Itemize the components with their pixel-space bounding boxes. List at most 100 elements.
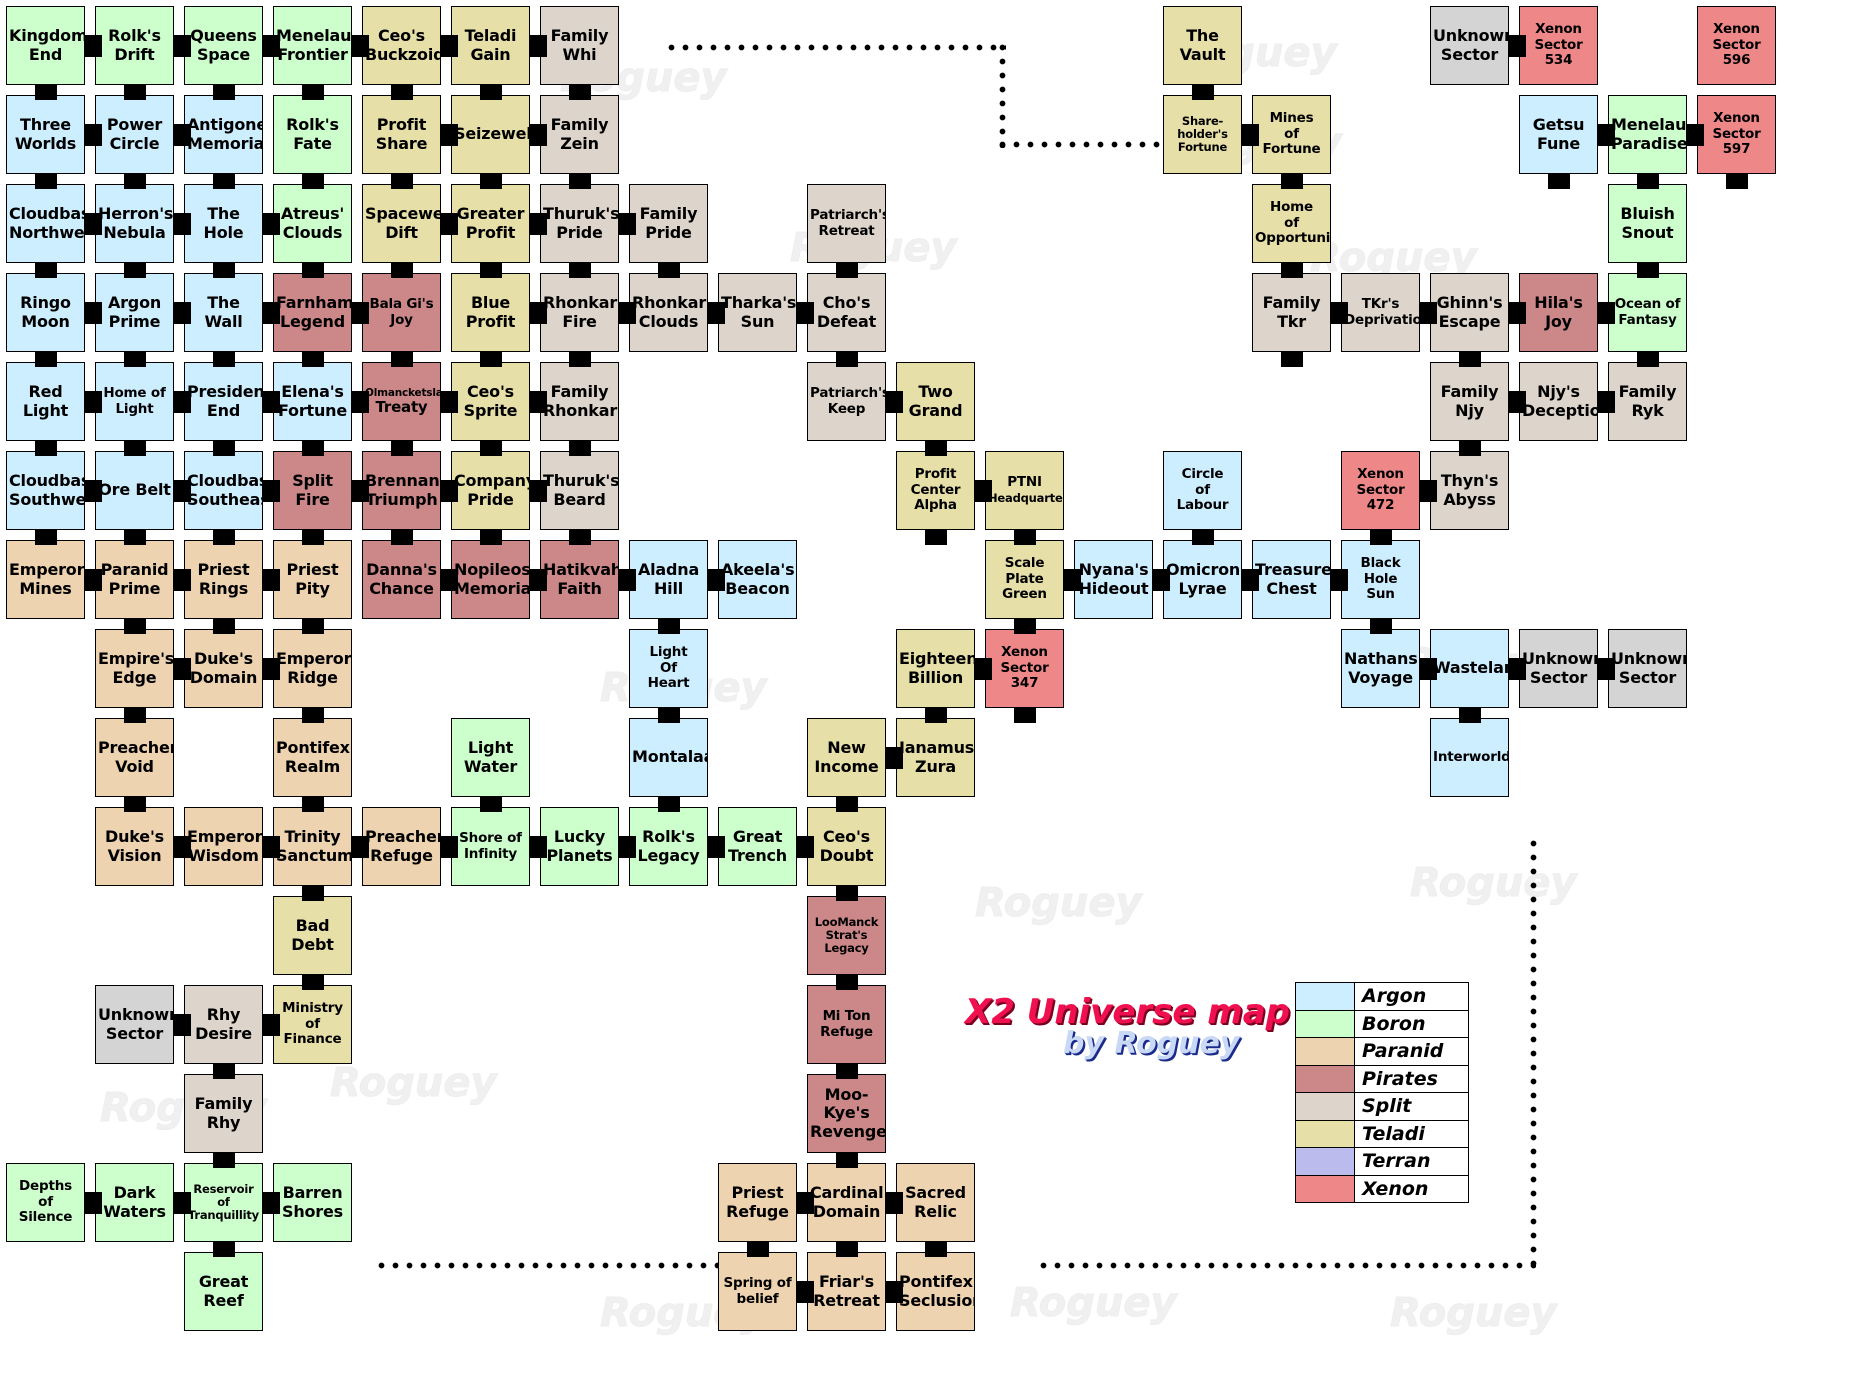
sector-preacher-s-void[interactable]: Preacher's Void bbox=[95, 718, 174, 797]
sector-new-income[interactable]: New Income bbox=[807, 718, 886, 797]
sector-the-wall[interactable]: The Wall bbox=[184, 273, 263, 352]
sector-getsu-fune[interactable]: Getsu Fune bbox=[1519, 95, 1598, 174]
sector-cloudbase-southwest[interactable]: Cloudbase Southwest bbox=[6, 451, 85, 530]
sector-menelaus-paradise[interactable]: Menelaus Paradise bbox=[1608, 95, 1687, 174]
sector-profit-share[interactable]: Profit Share bbox=[362, 95, 441, 174]
sector-split-fire[interactable]: Split Fire bbox=[273, 451, 352, 530]
sector-light-of-heart[interactable]: Light Of Heart bbox=[629, 629, 708, 708]
sector-priest-refuge[interactable]: Priest Refuge bbox=[718, 1163, 797, 1242]
sector-hatikvah-s-faith[interactable]: Hatikvah's Faith bbox=[540, 540, 619, 619]
sector-treasure-chest[interactable]: Treasure Chest bbox=[1252, 540, 1331, 619]
sector-pontifex-realm[interactable]: Pontifex Realm bbox=[273, 718, 352, 797]
sector-ceo-s-buckzoid[interactable]: Ceo's Buckzoid bbox=[362, 6, 441, 85]
sector-interworlds[interactable]: Interworlds bbox=[1430, 718, 1509, 797]
sector-emperor-s-mines[interactable]: Emperor's Mines bbox=[6, 540, 85, 619]
sector-family-njy[interactable]: Family Njy bbox=[1430, 362, 1509, 441]
sector-patriarch-s-retreat[interactable]: Patriarch's Retreat bbox=[807, 184, 886, 263]
sector-emperor-s-ridge[interactable]: Emperor's Ridge bbox=[273, 629, 352, 708]
sector-ceo-s-doubt[interactable]: Ceo's Doubt bbox=[807, 807, 886, 886]
sector-antigone-memorial[interactable]: Antigone Memorial bbox=[184, 95, 263, 174]
sector-thuruk-s-pride[interactable]: Thuruk's Pride bbox=[540, 184, 619, 263]
sector-xenon-sector-472[interactable]: Xenon Sector 472 bbox=[1341, 451, 1420, 530]
sector-pontifex-seclusion[interactable]: Pontifex Seclusion bbox=[896, 1252, 975, 1331]
sector-empire-s-edge[interactable]: Empire's Edge bbox=[95, 629, 174, 708]
sector-danna-s-chance[interactable]: Danna's Chance bbox=[362, 540, 441, 619]
sector-hila-s-joy[interactable]: Hila's Joy bbox=[1519, 273, 1598, 352]
sector-rhonkar-s-fire[interactable]: Rhonkar's Fire bbox=[540, 273, 619, 352]
sector-queens-space[interactable]: Queens Space bbox=[184, 6, 263, 85]
sector-home-of-light[interactable]: Home of Light bbox=[95, 362, 174, 441]
sector-montalaar[interactable]: Montalaar bbox=[629, 718, 708, 797]
sector-nyana-s-hideout[interactable]: Nyana's Hideout bbox=[1074, 540, 1153, 619]
sector-the-hole[interactable]: The Hole bbox=[184, 184, 263, 263]
sector-shore-of-infinity[interactable]: Shore of Infinity bbox=[451, 807, 530, 886]
sector-ianamus-zura[interactable]: Ianamus Zura bbox=[896, 718, 975, 797]
sector-share-holder-s-fortune[interactable]: Share-holder's Fortune bbox=[1163, 95, 1242, 174]
sector-presidents-end[interactable]: Presidents End bbox=[184, 362, 263, 441]
sector-loomanck-strat-s-legacy[interactable]: LooManck Strat's Legacy bbox=[807, 896, 886, 975]
sector-tharka-s-sun[interactable]: Tharka's Sun bbox=[718, 273, 797, 352]
sector-tkr-s-deprivation[interactable]: TKr's Deprivation bbox=[1341, 273, 1420, 352]
sector-njy-s-deception[interactable]: Njy's Deception bbox=[1519, 362, 1598, 441]
sector-unknown-sector[interactable]: Unknown Sector bbox=[1519, 629, 1598, 708]
sector-teladi-gain[interactable]: Teladi Gain bbox=[451, 6, 530, 85]
sector-unknown-sector[interactable]: Unknown Sector bbox=[1430, 6, 1509, 85]
sector-rolk-s-legacy[interactable]: Rolk's Legacy bbox=[629, 807, 708, 886]
sector-family-rhy[interactable]: Family Rhy bbox=[184, 1074, 263, 1153]
sector-bad-debt[interactable]: Bad Debt bbox=[273, 896, 352, 975]
sector-family-zein[interactable]: Family Zein bbox=[540, 95, 619, 174]
sector-spring-of-belief[interactable]: Spring of belief bbox=[718, 1252, 797, 1331]
sector-family-ryk[interactable]: Family Ryk bbox=[1608, 362, 1687, 441]
sector-barren-shores[interactable]: Barren Shores bbox=[273, 1163, 352, 1242]
sector-elena-s-fortune[interactable]: Elena's Fortune bbox=[273, 362, 352, 441]
sector-red-light[interactable]: Red Light bbox=[6, 362, 85, 441]
sector-ringo-moon[interactable]: Ringo Moon bbox=[6, 273, 85, 352]
sector-cloudbase-southeast[interactable]: Cloudbase Southeast bbox=[184, 451, 263, 530]
sector-unknown-sector[interactable]: Unknown Sector bbox=[1608, 629, 1687, 708]
sector-patriarch-s-keep[interactable]: Patriarch's Keep bbox=[807, 362, 886, 441]
sector-dark-waters[interactable]: Dark Waters bbox=[95, 1163, 174, 1242]
sector-light-water[interactable]: Light Water bbox=[451, 718, 530, 797]
sector-family-tkr[interactable]: Family Tkr bbox=[1252, 273, 1331, 352]
sector-family-rhonkar[interactable]: Family Rhonkar bbox=[540, 362, 619, 441]
sector-lucky-planets[interactable]: Lucky Planets bbox=[540, 807, 619, 886]
sector-bala-gi-s-joy[interactable]: Bala Gi's Joy bbox=[362, 273, 441, 352]
sector-kingdoms-end[interactable]: Kingdoms End bbox=[6, 6, 85, 85]
sector-akeela-s-beacon[interactable]: Akeela's Beacon bbox=[718, 540, 797, 619]
sector-duke-s-domain[interactable]: Duke's Domain bbox=[184, 629, 263, 708]
sector-the-vault[interactable]: The Vault bbox=[1163, 6, 1242, 85]
sector-preacher-s-refuge[interactable]: Preacher's Refuge bbox=[362, 807, 441, 886]
sector-mines-of-fortune[interactable]: Mines of Fortune bbox=[1252, 95, 1331, 174]
sector-ptni-headquarters[interactable]: PTNIHeadquarters bbox=[985, 451, 1064, 530]
sector-wastelands[interactable]: Wastelands bbox=[1430, 629, 1509, 708]
sector-rolk-s-drift[interactable]: Rolk's Drift bbox=[95, 6, 174, 85]
sector-cardinal-s-domain[interactable]: Cardinal's Domain bbox=[807, 1163, 886, 1242]
sector-xenon-sector-596[interactable]: Xenon Sector 596 bbox=[1697, 6, 1776, 85]
sector-great-reef[interactable]: Great Reef bbox=[184, 1252, 263, 1331]
sector-great-trench[interactable]: Great Trench bbox=[718, 807, 797, 886]
sector-depths-of-silence[interactable]: Depths of Silence bbox=[6, 1163, 85, 1242]
sector-company-pride[interactable]: Company Pride bbox=[451, 451, 530, 530]
sector-aladna-hill[interactable]: Aladna Hill bbox=[629, 540, 708, 619]
sector-xenon-sector-534[interactable]: Xenon Sector 534 bbox=[1519, 6, 1598, 85]
sector-home-of-opportunity[interactable]: HomeofOpportunity bbox=[1252, 184, 1331, 263]
sector-bluish-snout[interactable]: Bluish Snout bbox=[1608, 184, 1687, 263]
sector-reservoir-of-tranquillity[interactable]: Reservoir of Tranquillity bbox=[184, 1163, 263, 1242]
sector-unknown-sector[interactable]: Unknown Sector bbox=[95, 985, 174, 1064]
sector-ocean-of-fantasy[interactable]: Ocean of Fantasy bbox=[1608, 273, 1687, 352]
sector-rolk-s-fate[interactable]: Rolk's Fate bbox=[273, 95, 352, 174]
sector-three-worlds[interactable]: Three Worlds bbox=[6, 95, 85, 174]
sector-scale-plate-green[interactable]: Scale Plate Green bbox=[985, 540, 1064, 619]
sector-farnham-s-legend[interactable]: Farnham's Legend bbox=[273, 273, 352, 352]
sector-omicron-lyrae[interactable]: Omicron Lyrae bbox=[1163, 540, 1242, 619]
sector-priest-rings[interactable]: Priest Rings bbox=[184, 540, 263, 619]
sector-two-grand[interactable]: Two Grand bbox=[896, 362, 975, 441]
sector-xenon-sector-347[interactable]: Xenon Sector 347 bbox=[985, 629, 1064, 708]
sector-thyn-s-abyss[interactable]: Thyn's Abyss bbox=[1430, 451, 1509, 530]
sector-cloudbase-northwest[interactable]: Cloudbase Northwest bbox=[6, 184, 85, 263]
sector-nathans-voyage[interactable]: Nathans Voyage bbox=[1341, 629, 1420, 708]
sector-olmancketslats-treaty[interactable]: OlmancketslatsTreaty bbox=[362, 362, 441, 441]
sector-circle-of-labour[interactable]: Circle of Labour bbox=[1163, 451, 1242, 530]
sector-rhonkar-s-clouds[interactable]: Rhonkar's Clouds bbox=[629, 273, 708, 352]
sector-family-whi[interactable]: Family Whi bbox=[540, 6, 619, 85]
